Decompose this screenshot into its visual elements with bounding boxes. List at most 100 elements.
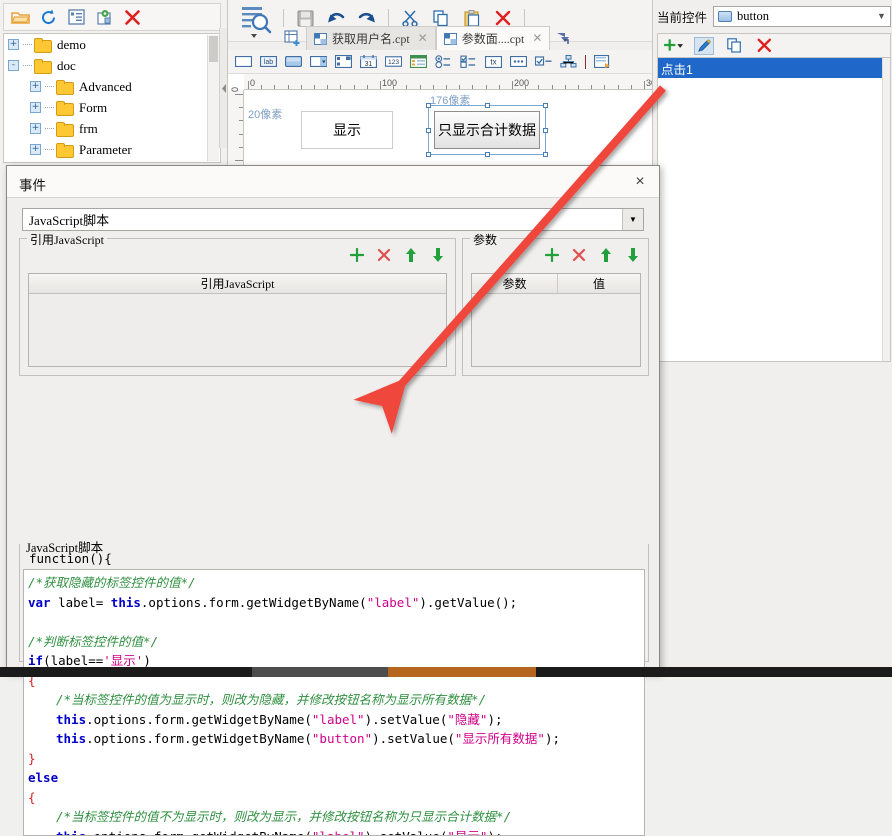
ref-js-fieldset: 引用JavaScript 引用JavaScript (19, 238, 456, 376)
folder-icon (34, 38, 50, 51)
current-widget-label: 当前控件 (657, 7, 707, 26)
date-picker-icon[interactable]: 31 (360, 54, 377, 69)
code-token: /*当标签控件的值不为显示时，则改为显示，并修改按钮名称为只显示合计数据*/ (56, 809, 511, 824)
radio-group-icon[interactable] (435, 54, 452, 69)
close-icon[interactable] (123, 8, 142, 27)
text-field-icon[interactable] (235, 54, 252, 69)
chevron-down-icon[interactable]: ▼ (622, 209, 643, 230)
refresh-icon[interactable] (39, 8, 58, 27)
widget-palette: lab 31 123 tx (228, 50, 652, 74)
number-field-icon[interactable]: 123 (385, 54, 402, 69)
add-icon[interactable] (544, 247, 559, 262)
code-token: "label" (367, 595, 420, 610)
add-icon[interactable] (349, 247, 364, 262)
properties-panel: 当前控件 button ▼ 点击1 属 (652, 0, 892, 677)
text-area-icon[interactable]: tx (485, 54, 502, 69)
delete-event-icon[interactable] (754, 37, 774, 55)
tree-item-primary[interactable]: +Primary (4, 160, 220, 163)
tree-icon[interactable] (560, 54, 577, 69)
list-view-icon[interactable] (67, 8, 86, 27)
ruler-tick (486, 85, 487, 89)
checkbox-group-icon[interactable] (460, 54, 477, 69)
svg-text:123: 123 (388, 59, 399, 66)
settings-icon[interactable] (95, 8, 114, 27)
listbox-icon[interactable] (335, 54, 352, 69)
open-folder-icon[interactable] (11, 8, 30, 27)
event-list-item[interactable]: 点击1 (658, 58, 890, 78)
template-icon[interactable] (594, 54, 611, 69)
panel-collapse-handle[interactable] (219, 28, 227, 148)
move-up-icon[interactable] (598, 247, 613, 262)
event-list-toolbar (657, 33, 891, 57)
new-document-icon[interactable] (280, 26, 306, 50)
table-icon[interactable] (410, 54, 427, 69)
code-token: "label" (312, 829, 365, 836)
current-widget-row: 当前控件 button ▼ (657, 4, 891, 28)
tree-scrollbar[interactable] (207, 35, 219, 161)
tree-item-doc[interactable]: -doc (4, 55, 220, 76)
event-list[interactable]: 点击1 (657, 57, 891, 362)
tree-item-advanced[interactable]: +Advanced (4, 76, 220, 97)
tree-expander-icon[interactable]: + (30, 123, 41, 134)
ref-js-grid-body[interactable] (29, 294, 446, 366)
move-down-icon[interactable] (430, 247, 445, 262)
params-grid[interactable]: 参数 值 (471, 273, 641, 367)
chevron-down-icon[interactable]: ▼ (873, 7, 890, 26)
code-token: /*当标签控件的值为显示时，则改为隐藏，并修改按钮名称为显示所有数据*/ (56, 692, 486, 707)
copy-event-icon[interactable] (724, 37, 744, 55)
code-line: { (28, 788, 644, 808)
code-token: this (56, 712, 86, 727)
tree-item-parameter[interactable]: +Parameter (4, 139, 220, 160)
script-code-editor[interactable]: /*获取隐藏的标签控件的值*/var label= this.options.f… (23, 569, 645, 836)
document-tab-0[interactable]: 获取用户名.cpt ✕ (306, 26, 436, 50)
tree-item-demo[interactable]: +demo (4, 34, 220, 55)
code-token: (label== (43, 653, 103, 668)
tree-expander-icon[interactable]: + (30, 81, 41, 92)
multi-dots-icon[interactable] (510, 54, 527, 69)
params-grid-body[interactable] (472, 294, 640, 366)
tree-expander-icon[interactable]: + (30, 102, 41, 113)
move-up-icon[interactable] (403, 247, 418, 262)
design-canvas[interactable]: 20像素 176像素 显示 只显示合计数据 (244, 90, 652, 169)
tab-overflow-icon[interactable] (550, 26, 576, 50)
remove-icon[interactable] (376, 247, 391, 262)
ruler-tick (393, 85, 394, 89)
ruler-tick (288, 85, 289, 89)
code-token: "显示" (447, 829, 487, 836)
params-fieldset: 参数 参数 值 (462, 238, 649, 376)
tab-close-icon[interactable]: ✕ (532, 31, 542, 46)
add-event-icon[interactable] (664, 37, 684, 55)
remove-icon[interactable] (571, 247, 586, 262)
canvas-label-widget[interactable]: 显示 (301, 111, 393, 149)
event-type-select[interactable]: JavaScript脚本 ▼ (22, 208, 644, 231)
ruler-tick (472, 85, 473, 89)
ref-js-grid[interactable]: 引用JavaScript (28, 273, 447, 367)
ruler-tick (525, 85, 526, 89)
tree-item-frm[interactable]: +frm (4, 118, 220, 139)
code-line: /*当标签控件的值为显示时，则改为隐藏，并修改按钮名称为显示所有数据*/ (28, 690, 644, 710)
ref-js-actions (349, 247, 445, 262)
tree-expander-icon[interactable]: + (8, 39, 19, 50)
tree-expander-icon[interactable]: + (30, 144, 41, 155)
tree-expander-icon[interactable]: - (8, 60, 19, 71)
combobox-icon[interactable] (310, 54, 327, 69)
ruler-label: 200 (514, 78, 529, 88)
move-down-icon[interactable] (625, 247, 640, 262)
event-type-value: JavaScript脚本 (23, 210, 109, 229)
checkbox-icon[interactable] (535, 54, 552, 69)
design-canvas-area: 0100200300 0 20像素 176像素 显示 只显示合计数 (228, 74, 652, 169)
project-tree[interactable]: +demo-doc+Advanced+Form+frm+Parameter+Pr… (3, 33, 221, 163)
edit-event-icon[interactable] (694, 37, 714, 55)
folder-icon (56, 101, 72, 114)
code-token: { (28, 790, 36, 805)
code-token: "隐藏" (447, 712, 487, 727)
canvas-button-widget[interactable]: 只显示合计数据 (434, 111, 540, 149)
tree-item-form[interactable]: +Form (4, 97, 220, 118)
label-icon[interactable]: lab (260, 54, 277, 69)
tab-close-icon[interactable]: ✕ (418, 31, 428, 46)
button-icon[interactable] (285, 54, 302, 69)
close-icon[interactable]: × (630, 172, 650, 192)
current-widget-select[interactable]: button ▼ (713, 6, 891, 27)
document-tab-1[interactable]: 参数面....cpt ✕ (436, 26, 551, 50)
event-list-scrollbar[interactable] (882, 58, 890, 361)
